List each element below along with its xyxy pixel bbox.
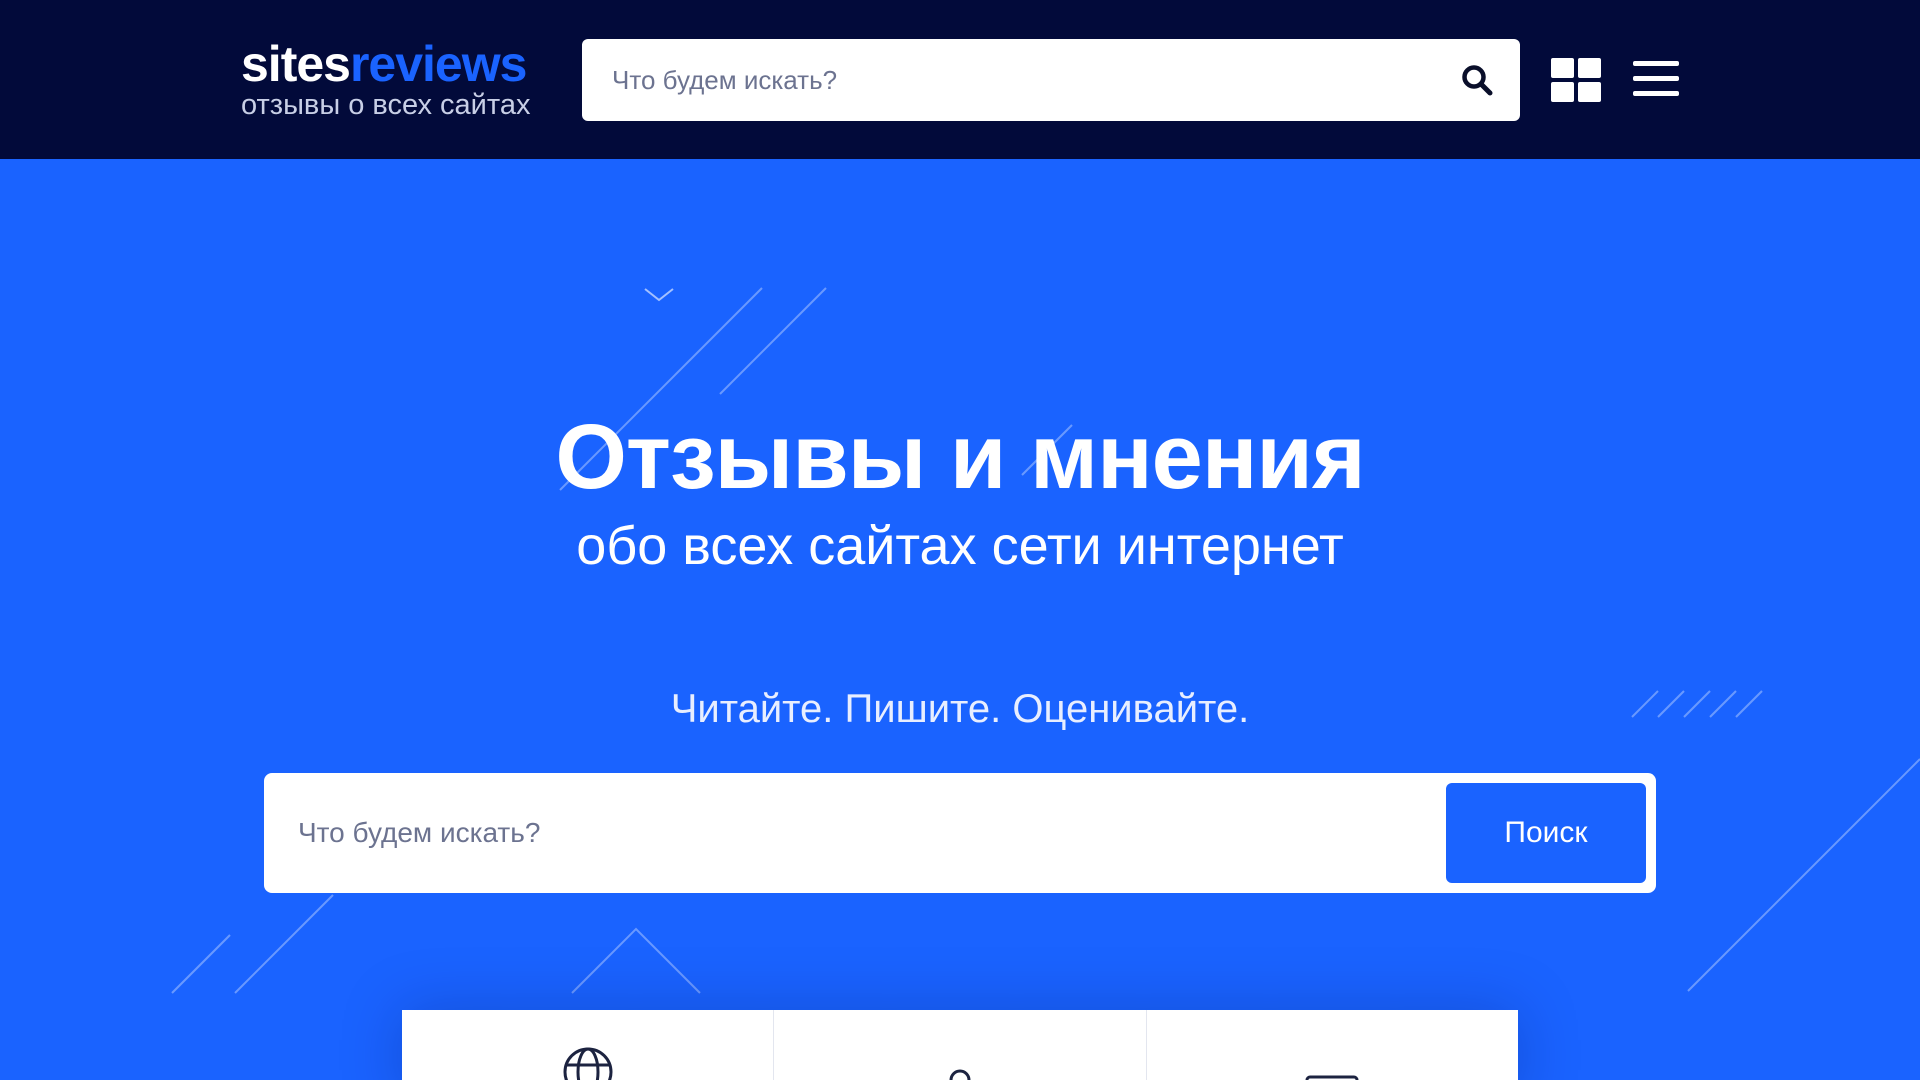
category-card-articles[interactable]: [1147, 1010, 1518, 1080]
logo-part-reviews: reviews: [349, 36, 527, 92]
hero-subtitle: обо всех сайтах сети интернет: [576, 516, 1344, 576]
hero-tagline: Читайте. Пишите. Оценивайте.: [670, 687, 1250, 731]
category-card-users[interactable]: [774, 1010, 1147, 1080]
category-cards: [402, 1010, 1518, 1080]
user-icon: [949, 1069, 971, 1080]
main-search-input[interactable]: [298, 773, 1378, 893]
logo-part-sites: sites: [241, 36, 351, 92]
logo-tagline: отзывы о всех сайтах: [241, 89, 531, 121]
grid-icon[interactable]: [1551, 58, 1601, 102]
globe-icon: [563, 1047, 613, 1080]
header-search-input[interactable]: [612, 39, 1432, 121]
logo-text: sitesreviews: [241, 38, 551, 90]
category-card-sites[interactable]: [402, 1010, 775, 1080]
site-logo[interactable]: sitesreviews отзывы о всех сайтах: [241, 38, 551, 120]
header-search-box: [582, 39, 1520, 121]
search-icon[interactable]: [1460, 63, 1494, 97]
main-search-box: Поиск: [264, 773, 1656, 893]
decorative-lines: [171, 287, 1920, 994]
hero-section: Отзывы и мнения обо всех сайтах сети инт…: [0, 159, 1920, 1080]
menu-icon[interactable]: [1633, 59, 1679, 99]
top-header: sitesreviews отзывы о всех сайтах: [0, 0, 1920, 159]
hero-title: Отзывы и мнения: [555, 406, 1365, 508]
search-button[interactable]: Поиск: [1446, 783, 1646, 883]
document-icon: [1305, 1075, 1359, 1080]
